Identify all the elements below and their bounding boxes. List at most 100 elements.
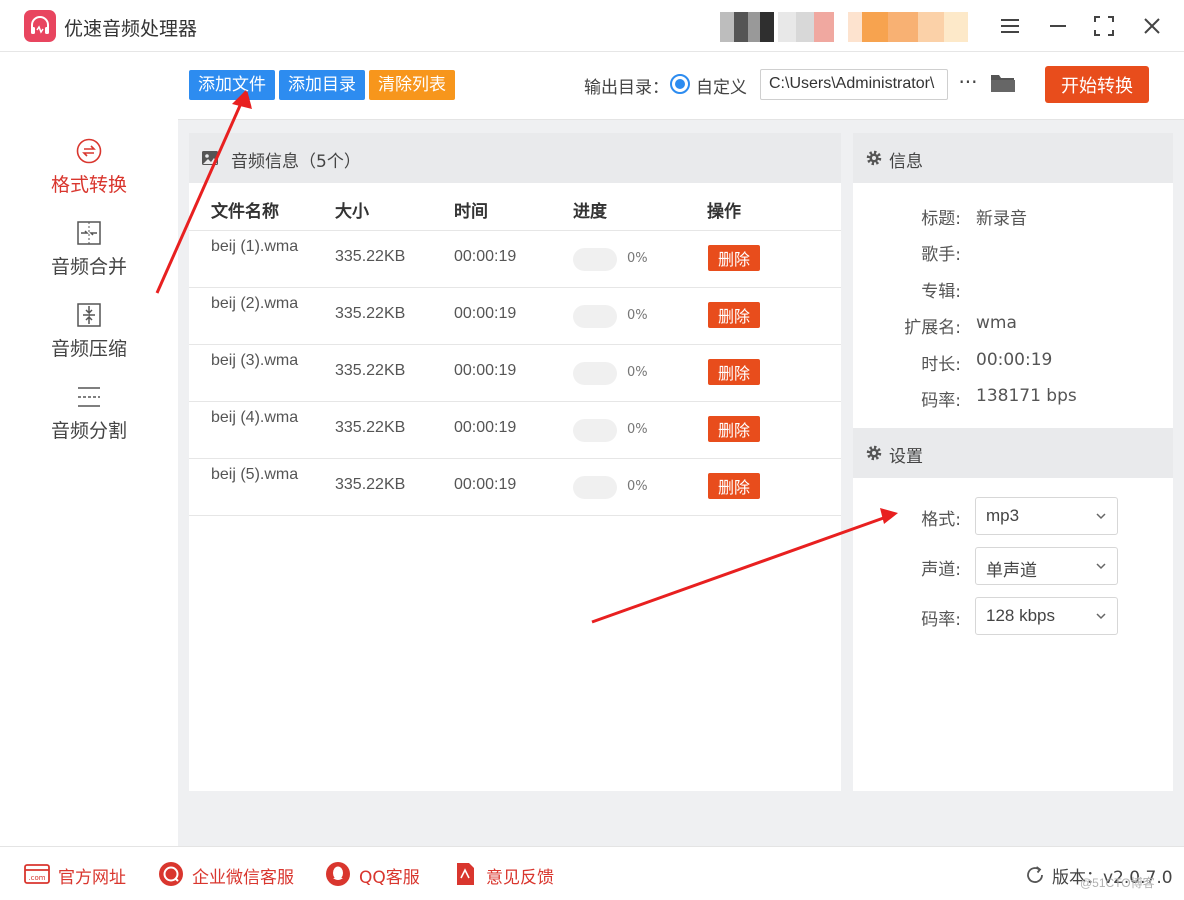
bitrate-select[interactable]: 128 kbps [975,597,1118,635]
footer-link-label: 企业微信客服 [192,868,294,888]
delete-button[interactable]: 删除 [708,245,760,271]
file-size: 335.22KB [335,362,406,379]
toolbar: 添加文件 添加目录 清除列表 输出目录： 自定义 C:\Users\Admini… [178,52,1184,120]
info-row-duration: 时长: 00:00:19 [853,350,1173,375]
refresh-icon [1027,866,1043,883]
table-row[interactable]: beij (2).wma 335.22KB 00:00:19 0% 删除 [189,288,841,345]
compress-icon [76,302,102,328]
custom-output-radio[interactable] [670,74,690,94]
menu-icon[interactable] [998,14,1022,38]
info-label: 标题: [921,209,961,229]
chevron-down-icon [1096,613,1106,620]
file-size: 335.22KB [335,476,406,493]
sidebar-item-format-convert[interactable]: 格式转换 [0,138,178,210]
info-label: 扩展名: [904,318,961,338]
file-name: beij (5).wma [211,466,299,483]
setting-channel: 声道: 单声道 [853,547,1173,585]
info-label: 码率: [921,391,961,411]
delete-button[interactable]: 删除 [708,302,760,328]
progress-bar [573,419,617,442]
split-icon [76,384,102,410]
footer-link-label: QQ客服 [359,868,420,888]
qq-icon [325,861,351,887]
start-convert-button[interactable]: 开始转换 [1045,66,1149,103]
file-duration: 00:00:19 [454,305,517,322]
select-value: 单声道 [986,561,1037,580]
info-title: 信息 [889,152,923,172]
audio-list-header: 音频信息（5个） [189,133,841,183]
feedback-icon [452,861,478,887]
file-duration: 00:00:19 [454,476,517,493]
add-directory-button[interactable]: 添加目录 [279,70,365,100]
info-value: 138171 bps [976,386,1077,406]
table-row[interactable]: beij (3).wma 335.22KB 00:00:19 0% 删除 [189,345,841,402]
sidebar: 格式转换 音频合并 音频压缩 音频分割 [0,52,178,846]
progress-percent: 0% [627,251,648,266]
output-dir-label: 输出目录： [584,78,669,98]
table-row[interactable]: beij (1).wma 335.22KB 00:00:19 0% 删除 [189,231,841,288]
file-size: 335.22KB [335,305,406,322]
settings-header: 设置 [853,428,1173,478]
format-convert-icon [76,138,102,164]
clear-list-button[interactable]: 清除列表 [369,70,455,100]
add-file-button[interactable]: 添加文件 [189,70,275,100]
file-size: 335.22KB [335,248,406,265]
progress-percent: 0% [627,479,648,494]
setting-bitrate: 码率: 128 kbps [853,597,1173,635]
info-row-extension: 扩展名: wma [853,313,1173,338]
info-value: 新录音 [976,209,1027,229]
file-size: 335.22KB [335,419,406,436]
info-row-artist: 歌手: [853,240,1173,265]
info-label: 时长: [921,355,961,375]
sidebar-item-label: 音频压缩 [50,338,127,360]
format-select[interactable]: mp3 [975,497,1118,535]
table-header: 文件名称 大小 时间 进度 操作 [189,183,841,231]
setting-label: 声道: [921,560,961,580]
column-header-action: 操作 [707,202,741,222]
info-header: 信息 [853,133,1173,183]
sidebar-item-split[interactable]: 音频分割 [0,384,178,456]
maximize-icon[interactable] [1092,14,1116,38]
file-name: beij (1).wma [211,238,299,255]
minimize-icon[interactable] [1046,14,1070,38]
delete-button[interactable]: 删除 [708,359,760,385]
settings-title: 设置 [889,447,923,467]
wechat-service-icon [158,861,184,887]
more-options-icon[interactable]: ··· [956,70,980,96]
custom-output-label[interactable]: 自定义 [696,73,747,98]
sidebar-item-label: 格式转换 [50,174,127,196]
progress-bar [573,362,617,385]
delete-button[interactable]: 删除 [708,416,760,442]
info-label: 歌手: [921,245,961,265]
footer: .com 官方网址 企业微信客服 QQ客服 意见反馈 版本：v2.0.7.0 [0,846,1184,900]
column-header-name: 文件名称 [211,202,279,222]
info-settings-panel: 信息 标题: 新录音 歌手: 专辑: 扩展名: wma 时长: 00:00:19… [853,133,1173,791]
select-value: mp3 [986,506,1020,525]
column-header-size: 大小 [335,202,369,222]
blurred-vip-badge [848,12,968,42]
footer-link-label: 意见反馈 [486,868,554,888]
folder-icon[interactable] [990,72,1016,94]
select-value: 128 kbps [986,606,1055,625]
progress-bar [573,248,617,271]
sidebar-item-compress[interactable]: 音频压缩 [0,302,178,374]
info-row-title: 标题: 新录音 [853,204,1173,229]
website-icon: .com [24,861,50,887]
column-header-progress: 进度 [573,202,607,222]
table-row[interactable]: beij (4).wma 335.22KB 00:00:19 0% 删除 [189,402,841,459]
file-name: beij (2).wma [211,295,299,312]
channel-select[interactable]: 单声道 [975,547,1118,585]
output-path-input[interactable]: C:\Users\Administrator\ [760,69,948,100]
close-icon[interactable] [1140,14,1164,38]
table-row[interactable]: beij (5).wma 335.22KB 00:00:19 0% 删除 [189,459,841,516]
setting-label: 码率: [921,610,961,630]
blurred-user-name [778,12,834,42]
gear-icon [865,444,883,462]
progress-percent: 0% [627,365,648,380]
delete-button[interactable]: 删除 [708,473,760,499]
chevron-down-icon [1096,563,1106,570]
sidebar-item-merge[interactable]: 音频合并 [0,220,178,292]
blurred-user-avatar [720,12,774,42]
progress-bar [573,476,617,499]
setting-label: 格式: [921,510,961,530]
